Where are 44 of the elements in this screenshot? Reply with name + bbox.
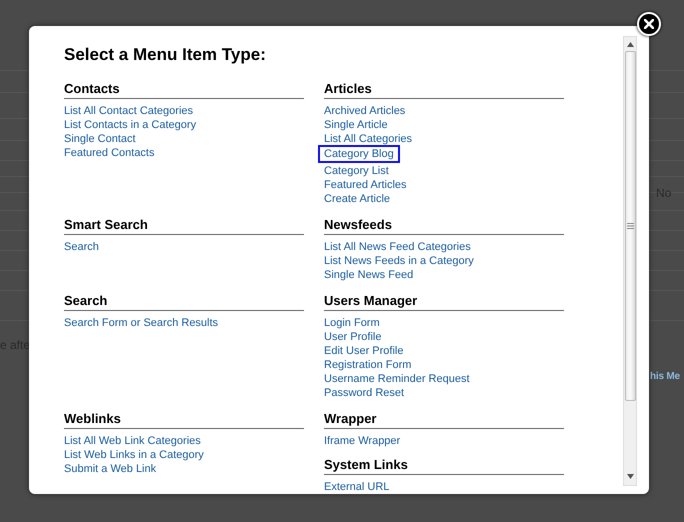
menu-link[interactable]: List News Feeds in a Category xyxy=(324,254,474,268)
section-heading: Articles xyxy=(324,81,564,99)
menu-link[interactable]: Registration Form xyxy=(324,358,412,372)
menu-link[interactable]: Create Article xyxy=(324,192,390,206)
menu-link[interactable]: Single Article xyxy=(324,118,388,132)
menu-link[interactable]: List All News Feed Categories xyxy=(324,240,471,254)
scroll-down-arrow-icon[interactable] xyxy=(626,474,634,479)
menu-link[interactable]: List All Contact Categories xyxy=(64,104,194,118)
menu-link[interactable]: Search Form or Search Results xyxy=(64,316,218,330)
close-button[interactable] xyxy=(637,12,661,36)
menu-link[interactable]: Iframe Wrapper xyxy=(324,434,400,448)
menu-link[interactable]: User Profile xyxy=(324,330,382,344)
section-heading: Users Manager xyxy=(324,293,564,311)
close-icon xyxy=(644,19,654,29)
menu-link[interactable]: List Contacts in a Category xyxy=(64,118,196,132)
section-heading: Smart Search xyxy=(64,217,304,235)
menu-link[interactable]: Password Reset xyxy=(324,386,404,400)
menu-link[interactable]: List All Categories xyxy=(324,132,412,146)
menu-link[interactable]: Username Reminder Request xyxy=(324,372,470,386)
menu-link[interactable]: Submit a Web Link xyxy=(64,462,156,476)
menu-link[interactable]: Login Form xyxy=(324,316,380,330)
scrollbar-thumb[interactable] xyxy=(624,51,636,401)
menu-link[interactable]: Archived Articles xyxy=(324,104,406,118)
menu-link[interactable]: Edit User Profile xyxy=(324,344,404,358)
menu-link[interactable]: Featured Contacts xyxy=(64,146,154,160)
menu-link[interactable]: Featured Articles xyxy=(324,178,407,192)
section-heading: Weblinks xyxy=(64,411,304,429)
scrollbar[interactable] xyxy=(623,36,637,486)
section-heading: Wrapper xyxy=(324,411,564,429)
menu-link[interactable]: Search xyxy=(64,240,99,254)
menu-link[interactable]: Single Contact xyxy=(64,132,136,146)
menu-link[interactable]: External URL xyxy=(324,480,390,494)
grip-icon xyxy=(626,223,634,229)
section-heading: Contacts xyxy=(64,81,304,99)
section-heading: Search xyxy=(64,293,304,311)
section-heading: System Links xyxy=(324,457,564,475)
menu-link[interactable]: Single News Feed xyxy=(324,268,414,282)
modal-title: Select a Menu Item Type: xyxy=(64,44,267,66)
section-heading: Newsfeeds xyxy=(324,217,564,235)
menu-link[interactable]: List Web Links in a Category xyxy=(64,448,204,462)
menu-link[interactable]: List All Web Link Categories xyxy=(64,434,201,448)
scroll-up-arrow-icon[interactable] xyxy=(626,42,634,47)
highlighted-menu-link[interactable]: Category Blog xyxy=(318,145,400,163)
menu-link[interactable]: Category List xyxy=(324,164,389,178)
